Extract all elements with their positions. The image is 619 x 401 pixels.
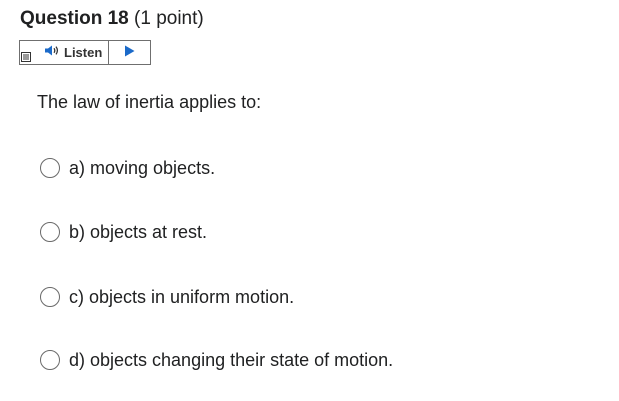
question-title: Question 18 <box>20 8 129 29</box>
radio-button[interactable] <box>40 350 60 370</box>
listen-button[interactable]: Listen <box>34 41 110 64</box>
question-text: The law of inertia applies to: <box>37 92 262 112</box>
play-icon <box>124 44 135 62</box>
menu-icon[interactable] <box>20 41 34 64</box>
option-d[interactable]: d) objects changing their state of motio… <box>40 348 393 372</box>
play-button[interactable] <box>109 41 150 64</box>
question-header: Question 18 (1 point) <box>20 7 204 31</box>
radio-button[interactable] <box>40 287 60 307</box>
option-label: a) moving objects. <box>69 158 216 178</box>
option-label: c) objects in uniform motion. <box>69 287 295 307</box>
listen-label: Listen <box>64 45 103 60</box>
option-label: b) objects at rest. <box>69 222 208 242</box>
radio-button[interactable] <box>40 158 60 178</box>
question-points: (1 point) <box>134 8 204 29</box>
option-a[interactable]: a) moving objects. <box>40 156 215 180</box>
option-c[interactable]: c) objects in uniform motion. <box>40 285 294 309</box>
speaker-icon <box>44 44 60 62</box>
radio-button[interactable] <box>40 222 60 242</box>
option-label: d) objects changing their state of motio… <box>69 350 394 370</box>
listen-toolbar: Listen <box>19 40 151 65</box>
option-b[interactable]: b) objects at rest. <box>40 220 207 244</box>
